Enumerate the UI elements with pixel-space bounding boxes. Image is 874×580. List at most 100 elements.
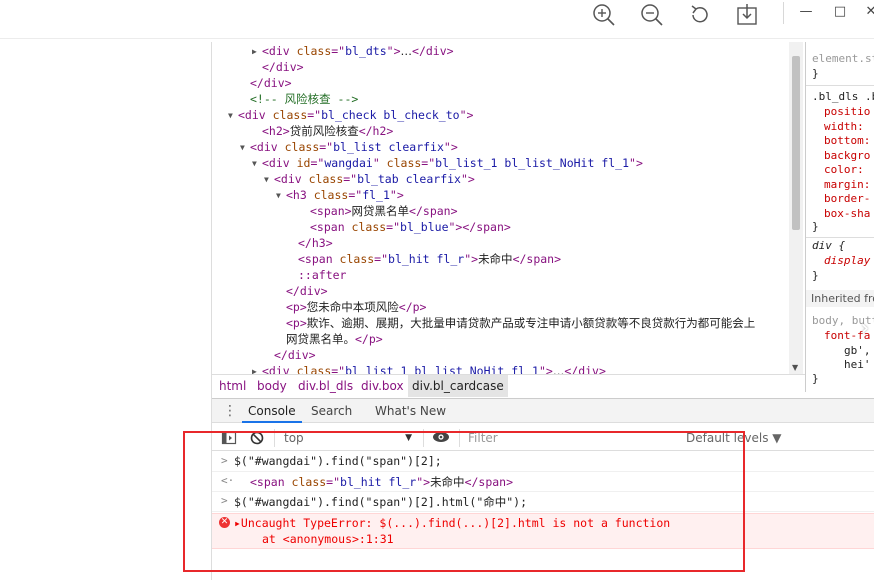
token-tag: </h2>: [358, 124, 394, 138]
font-value-1: gb',: [844, 344, 871, 357]
tab-search[interactable]: Search: [305, 399, 358, 423]
div-selector[interactable]: div {: [812, 239, 845, 254]
token-attr: id: [296, 156, 311, 170]
breadcrumb-item[interactable]: body: [253, 375, 291, 397]
token-tag: <div: [238, 108, 273, 122]
token-txt: 网贷黑名单: [351, 204, 410, 218]
div-display-prop: display: [824, 254, 871, 267]
breadcrumb-item[interactable]: div.bl_dls: [294, 375, 357, 397]
toolbar-separator: [783, 2, 784, 24]
style-property[interactable]: box-sha: [824, 207, 870, 222]
token-attr: class: [313, 188, 349, 202]
tab-console[interactable]: Console: [242, 399, 302, 423]
div-rule-close: }: [812, 269, 819, 282]
style-property[interactable]: margin:: [824, 178, 870, 193]
token-tag: ">: [389, 188, 404, 202]
expand-down-icon[interactable]: ▼: [276, 188, 286, 204]
dom-node[interactable]: </div>: [276, 283, 328, 299]
expand-right-icon[interactable]: ▶: [252, 364, 262, 374]
expand-down-icon[interactable]: ▼: [264, 172, 274, 188]
breadcrumb-item[interactable]: html: [215, 375, 250, 397]
expand-down-icon[interactable]: ▼: [228, 108, 238, 124]
rule-close: }: [812, 220, 819, 233]
expand-right-icon[interactable]: ▶: [252, 44, 262, 60]
token-txt: 网贷黑名单。: [286, 332, 355, 346]
token-tag: <div: [262, 364, 297, 374]
token-val: bl_dts: [345, 44, 387, 58]
token-attr: class: [284, 140, 320, 154]
style-property[interactable]: bottom:: [824, 134, 870, 149]
dom-node[interactable]: ▼ <div id="wangdai" class="bl_list_1 bl_l…: [252, 155, 643, 171]
dom-node[interactable]: 网贷黑名单。</p>: [276, 331, 383, 347]
dom-node[interactable]: ::after: [288, 267, 346, 283]
rule-selector[interactable]: .bl_dls .b: [812, 90, 874, 105]
style-property[interactable]: border-: [824, 192, 870, 207]
elements-tree[interactable]: ▶ <div class="bl_dts">…</div> </div> </div>…: [212, 42, 789, 374]
token-tag: =": [307, 108, 322, 122]
dom-node[interactable]: <span>网贷黑名单</span>: [300, 203, 458, 219]
token-tag: ">: [386, 44, 401, 58]
dom-node[interactable]: ▼ <div class="bl_check bl_check_to">: [228, 107, 473, 123]
dom-node[interactable]: <h2>贷前风险核查</h2>: [252, 123, 393, 139]
scrollbar-thumb[interactable]: [792, 56, 800, 230]
dom-node[interactable]: ▼ <h3 class="fl_1">: [276, 187, 404, 203]
token-tag: <h3: [286, 188, 314, 202]
breadcrumb-item[interactable]: div.bl_cardcase: [408, 375, 508, 397]
dom-node[interactable]: </div>: [240, 75, 292, 91]
token-txt: 贷前风险核查: [289, 124, 359, 138]
style-property[interactable]: width:: [824, 120, 864, 135]
token-tag: </div>: [274, 348, 316, 362]
dom-node[interactable]: ▶ <div class="bl_list_1 bl_list_NoHit fl_…: [252, 363, 606, 374]
token-txt: …: [552, 364, 565, 374]
token-tag: ">: [629, 156, 643, 170]
dom-node[interactable]: <span class="bl_hit fl_r">未命中</span>: [288, 251, 561, 267]
dom-node[interactable]: </div>: [252, 59, 304, 75]
element-style-selector[interactable]: element.st: [812, 52, 874, 67]
token-txt: …: [400, 44, 413, 58]
dom-node[interactable]: ▶ <div class="bl_dts">…</div>: [252, 43, 454, 59]
dom-node[interactable]: <!-- 风险核查 -->: [240, 91, 358, 107]
dom-node[interactable]: ▼ <div class="bl_list clearfix">: [240, 139, 458, 155]
token-tag: ">: [460, 172, 475, 186]
token-txt: 欺诈、逾期、展期，大批量申请贷款产品或专注申请小额贷款等不良贷款行为都可能会上: [306, 316, 756, 330]
close-button[interactable]: ✕: [860, 3, 874, 21]
expand-down-icon[interactable]: ▼: [252, 156, 262, 172]
zoom-out-icon[interactable]: [639, 2, 665, 28]
style-property[interactable]: color:: [824, 163, 864, 178]
dom-node[interactable]: <p>欺诈、逾期、展期，大批量申请贷款产品或专注申请小额贷款等不良贷款行为都可能…: [276, 315, 755, 331]
dom-node[interactable]: <span class="bl_blue"></span>: [300, 219, 511, 235]
scroll-down-arrow-icon[interactable]: ▼: [792, 363, 798, 372]
token-tag: =": [421, 156, 436, 170]
drawer-tabs: ⋮ Console Search What's New: [212, 398, 874, 423]
chevron-right-icon[interactable]: ›: [858, 318, 871, 339]
zoom-in-icon[interactable]: [591, 2, 617, 28]
token-txt: 未命中: [478, 252, 513, 266]
token-tag: <div: [262, 44, 297, 58]
viewer-toolbar: — □ ✕: [0, 0, 874, 39]
style-property[interactable]: positio: [824, 105, 870, 120]
maximize-button[interactable]: □: [829, 3, 851, 21]
token-tag: =": [310, 156, 325, 170]
token-tag: ">: [464, 252, 479, 266]
token-tag: =": [331, 44, 346, 58]
font-value-2: hei': [844, 358, 871, 371]
style-property[interactable]: backgro: [824, 149, 870, 164]
minimize-button[interactable]: —: [795, 3, 817, 21]
dom-node[interactable]: ▼ <div class="bl_tab clearfix">: [264, 171, 475, 187]
elements-scrollbar[interactable]: ▼: [789, 42, 803, 374]
tab-whats-new[interactable]: What's New: [369, 399, 452, 423]
token-attr: class: [272, 108, 308, 122]
kebab-menu-icon[interactable]: ⋮: [223, 399, 237, 423]
rotate-icon[interactable]: [687, 2, 713, 28]
expand-down-icon[interactable]: ▼: [240, 140, 250, 156]
inherited-header: Inherited fro: [806, 290, 874, 307]
token-attr: class: [386, 156, 422, 170]
dom-node[interactable]: </div>: [264, 347, 316, 363]
token-tag: <div: [274, 172, 309, 186]
dom-node[interactable]: </h3>: [288, 235, 333, 251]
token-attr: class: [351, 220, 387, 234]
token-tag: </span>: [512, 252, 562, 266]
download-icon[interactable]: [734, 2, 760, 28]
breadcrumb-item[interactable]: div.box: [357, 375, 408, 397]
dom-node[interactable]: <p>您未命中本项风险</p>: [276, 299, 426, 315]
